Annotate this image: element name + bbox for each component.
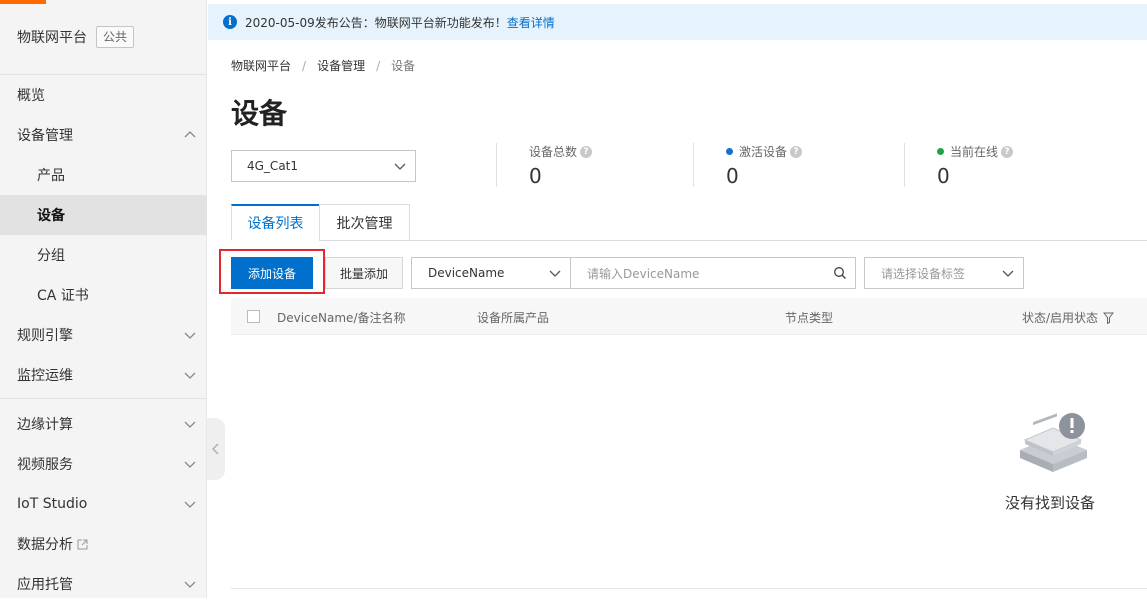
sidebar-header: 物联网平台 公共 [17,26,135,48]
help-icon[interactable]: ? [1001,145,1014,158]
sidebar-item-devices[interactable]: 设备 [0,195,207,235]
search-field-select[interactable]: DeviceName [411,257,571,289]
stat-value: 0 [529,164,542,188]
sidebar-item-label: 产品 [37,168,65,184]
product-select-value: 4G_Cat1 [247,159,299,173]
breadcrumb-item[interactable]: 设备管理 [317,57,365,74]
add-device-button[interactable]: 添加设备 [231,257,313,289]
stat-label: 激活设备 [739,145,788,159]
sidebar-item-label: 视频服务 [17,457,73,473]
column-header-node-type: 节点类型 [785,311,834,325]
device-tag-select[interactable]: 请选择设备标签 [864,257,1024,289]
status-dot [726,148,733,155]
filter-icon[interactable] [1103,312,1115,324]
breadcrumb: 物联网平台 / 设备管理 / 设备 [231,57,415,74]
select-all-checkbox[interactable] [247,310,260,323]
sidebar-item-device-management[interactable]: 设备管理 [0,115,207,155]
table-header: DeviceName/备注名称 设备所属产品 节点类型 状态/启用状态 [231,298,1147,335]
chevron-down-icon [184,581,196,588]
column-header-product: 设备所属产品 [477,311,550,325]
chevron-down-icon [549,270,561,277]
stat-online-devices: 当前在线? 0 [904,143,1014,188]
column-header-device-name: DeviceName/备注名称 [277,311,406,325]
chevron-up-icon [184,131,196,138]
stat-value: 0 [937,164,950,188]
sidebar-item-label: 设备 [37,208,65,224]
sidebar-item-products[interactable]: 产品 [0,155,207,195]
breadcrumb-separator: / [376,58,381,73]
brand-accent-bar [0,0,46,4]
tab-device-list[interactable]: 设备列表 [231,204,320,241]
announcement-bar: i 2020-05-09发布公告：物联网平台新功能发布！ 查看详情 [208,4,1147,40]
announcement-details-link[interactable]: 查看详情 [507,14,555,31]
chevron-left-icon [212,443,219,455]
sidebar-collapse-toggle[interactable] [207,418,225,480]
sidebar-item-label: 边缘计算 [17,417,73,433]
help-icon[interactable]: ? [580,145,593,158]
announcement-text: 2020-05-09发布公告：物联网平台新功能发布！ [245,15,507,30]
stat-label: 当前在线 [950,145,999,159]
sidebar-item-label: IoT Studio [17,496,88,512]
sidebar-item-label: CA 证书 [37,288,89,304]
sidebar-divider [0,398,207,399]
sidebar-item-ca-certificate[interactable]: CA 证书 [0,275,207,315]
sidebar-item-label: 监控运维 [17,368,73,384]
product-select[interactable]: 4G_Cat1 [231,150,416,182]
chevron-down-icon [184,421,196,428]
external-link-icon [77,539,88,549]
status-dot [937,148,944,155]
sidebar-item-label: 分组 [37,248,65,264]
column-header-status[interactable]: 状态/启用状态 [1022,309,1115,326]
stat-activated-devices: 激活设备? 0 [693,143,803,188]
sidebar-title: 物联网平台 [17,30,87,46]
table-bottom-divider [231,588,1147,589]
sidebar-item-app-hosting[interactable]: 应用托管 [0,564,207,604]
chevron-down-icon [1002,270,1014,277]
sidebar-item-edge-computing[interactable]: 边缘计算 [0,404,207,444]
breadcrumb-separator: / [302,58,307,73]
sidebar-item-label: 规则引擎 [17,328,73,344]
sidebar-item-label: 设备管理 [17,128,73,144]
stat-total-devices: 设备总数? 0 [496,143,593,188]
stat-value: 0 [726,164,739,188]
batch-add-button[interactable]: 批量添加 [325,257,403,289]
search-field-value: DeviceName [428,266,505,280]
tab-bar: 设备列表 批次管理 [231,204,1147,241]
sidebar-item-label: 应用托管 [17,577,73,593]
sidebar-item-video-service[interactable]: 视频服务 [0,444,207,484]
sidebar-item-data-analysis[interactable]: 数据分析 [0,524,207,564]
chevron-down-icon [184,501,196,508]
empty-state-icon [1020,413,1087,472]
breadcrumb-current: 设备 [391,59,416,73]
chevron-down-icon [394,163,406,170]
search-input[interactable]: 请输入DeviceName [570,257,856,289]
chevron-down-icon [184,372,196,379]
sidebar-item-monitoring[interactable]: 监控运维 [0,355,207,395]
tag-select-placeholder: 请选择设备标签 [881,266,966,281]
sidebar-item-overview[interactable]: 概览 [0,75,207,115]
column-header-status-label: 状态/启用状态 [1022,311,1099,325]
sidebar-item-label: 数据分析 [17,537,73,553]
breadcrumb-item[interactable]: 物联网平台 [231,57,291,74]
chevron-down-icon [184,461,196,468]
tab-batch-management[interactable]: 批次管理 [319,204,410,241]
search-placeholder: 请输入DeviceName [587,266,700,281]
page-title: 设备 [231,97,288,130]
sidebar-item-rule-engine[interactable]: 规则引擎 [0,315,207,355]
sidebar-item-groups[interactable]: 分组 [0,235,207,275]
info-icon: i [223,15,237,29]
help-icon[interactable]: ? [790,145,803,158]
sidebar-item-label: 概览 [17,88,45,104]
region-badge[interactable]: 公共 [96,26,135,48]
sidebar: 物联网平台 公共 概览 设备管理 产品 设备 分组 CA 证书 规则引擎 监控运… [0,0,207,598]
stat-label: 设备总数 [529,145,578,159]
search-icon[interactable] [833,266,847,280]
sidebar-item-iot-studio[interactable]: IoT Studio [0,484,207,524]
empty-state-text: 没有找到设备 [1005,494,1096,512]
chevron-down-icon [184,332,196,339]
